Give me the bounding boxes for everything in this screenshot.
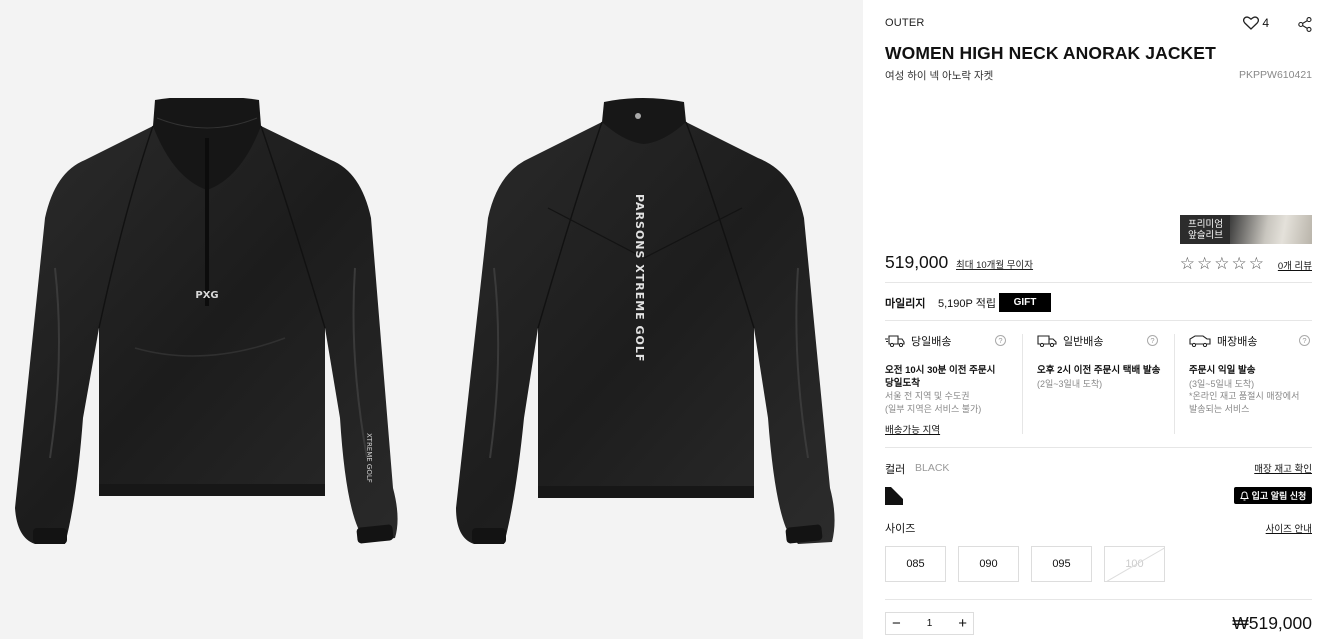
shipping-strong: 주문시 익일 발송	[1189, 365, 1256, 376]
help-icon[interactable]: ?	[995, 335, 1006, 346]
shipping-standard: 일반배송 ? 오후 2시 이전 주문시 택배 발송 (2일~3일내 도착)	[1037, 334, 1174, 434]
color-swatch-black[interactable]	[885, 487, 903, 505]
shipping-strong: 오전 10시 30분 이전 주문시 당일도착	[885, 365, 996, 389]
mileage-label: 마일리지	[885, 298, 926, 310]
shipping-title: 당일배송	[911, 336, 952, 348]
color-label: 컬러	[885, 464, 906, 476]
jacket-back-image[interactable]: PARSONS XTREME GOLF	[452, 98, 837, 550]
pxg-logo: PXG	[195, 290, 218, 301]
review-link[interactable]: 0개 리뷰	[1278, 258, 1312, 272]
installment-link[interactable]: 최대 10개월 무이자	[956, 257, 1033, 271]
size-option-085[interactable]: 085	[885, 546, 946, 582]
total-price: ₩519,000	[1232, 613, 1312, 633]
quantity-minus-button[interactable]: −	[892, 616, 901, 631]
premium-sleeve-banner[interactable]: 프리미엄 앞슬리브	[1180, 215, 1312, 244]
size-option-100-soldout[interactable]: 100	[1104, 546, 1165, 582]
quantity-stepper: − 1 +	[885, 612, 974, 635]
shipping-note: (2일~3일내 도착)	[1037, 378, 1103, 389]
store-stock-link[interactable]: 매장 재고 확인	[1254, 461, 1312, 475]
product-subtitle: 여성 하이 넥 아노락 자켓	[885, 70, 994, 82]
shipping-note: 서울 전 지역 및 수도권 (일부 지역은 서비스 불가)	[885, 391, 982, 414]
shipping-same-day: 당일배송 ? 오전 10시 30분 이전 주문시 당일도착 서울 전 지역 및 …	[885, 334, 1022, 434]
size-options: 085 090 095 100	[885, 546, 1165, 582]
product-price: 519,000	[885, 252, 949, 272]
quantity-plus-button[interactable]: +	[958, 616, 967, 631]
store-truck-icon	[1189, 335, 1211, 347]
shipping-strong: 오후 2시 이전 주문시 택배 발송	[1037, 365, 1161, 376]
mileage-value: 5,190P 적립	[938, 298, 996, 310]
shipping-area-link[interactable]: 배송가능 지역	[885, 422, 940, 436]
share-icon[interactable]	[1298, 17, 1312, 32]
back-print: PARSONS XTREME GOLF	[633, 194, 646, 362]
premium-label: 프리미엄 앞슬리브	[1188, 218, 1223, 241]
truck-fast-icon	[885, 335, 905, 347]
quantity-value[interactable]: 1	[927, 618, 933, 629]
truck-icon	[1037, 335, 1057, 347]
shipping-title: 일반배송	[1063, 336, 1104, 348]
shipping-note: (3일~5일내 도착) *온라인 재고 품절시 매장에서 발송되는 서비스	[1189, 378, 1300, 414]
size-option-090[interactable]: 090	[958, 546, 1019, 582]
restock-alert-label: 입고 알림 신청	[1251, 491, 1307, 501]
size-option-095[interactable]: 095	[1031, 546, 1092, 582]
sleeve-print: XTREME GOLF	[365, 433, 373, 483]
product-sku: PKPPW610421	[1239, 69, 1312, 81]
shipping-title: 매장배송	[1217, 336, 1258, 348]
like-button[interactable]: 4	[1243, 16, 1269, 30]
size-guide-link[interactable]: 사이즈 안내	[1266, 521, 1312, 535]
divider	[885, 320, 1312, 321]
divider	[1022, 334, 1023, 434]
premium-sleeve-image	[1230, 215, 1312, 244]
bell-icon	[1239, 490, 1249, 500]
divider	[1174, 334, 1175, 434]
divider	[885, 447, 1312, 448]
shipping-store: 매장배송 ? 주문시 익일 발송 (3일~5일내 도착) *온라인 재고 품절시…	[1189, 334, 1326, 434]
color-value: BLACK	[915, 462, 950, 474]
jacket-front-image[interactable]: PXG XTREME GOLF	[15, 98, 400, 550]
help-icon[interactable]: ?	[1147, 335, 1158, 346]
product-title: WOMEN HIGH NECK ANORAK JACKET	[885, 43, 1216, 63]
product-info-panel: OUTER 4 WOMEN HIGH NECK ANORAK JACKET 여성…	[885, 0, 1312, 639]
product-category[interactable]: OUTER	[885, 17, 925, 29]
product-gallery: PXG XTREME GOLF PARSONS XTREME GOLF	[0, 0, 863, 639]
restock-alert-button[interactable]: 입고 알림 신청	[1234, 487, 1312, 504]
divider	[885, 599, 1312, 600]
divider	[885, 282, 1312, 283]
like-count: 4	[1262, 16, 1269, 30]
rating-stars: ☆☆☆☆☆	[1179, 254, 1266, 273]
size-label: 사이즈	[885, 523, 916, 535]
heart-icon	[1243, 16, 1260, 30]
gift-badge[interactable]: GIFT	[999, 293, 1051, 312]
help-icon[interactable]: ?	[1299, 335, 1310, 346]
